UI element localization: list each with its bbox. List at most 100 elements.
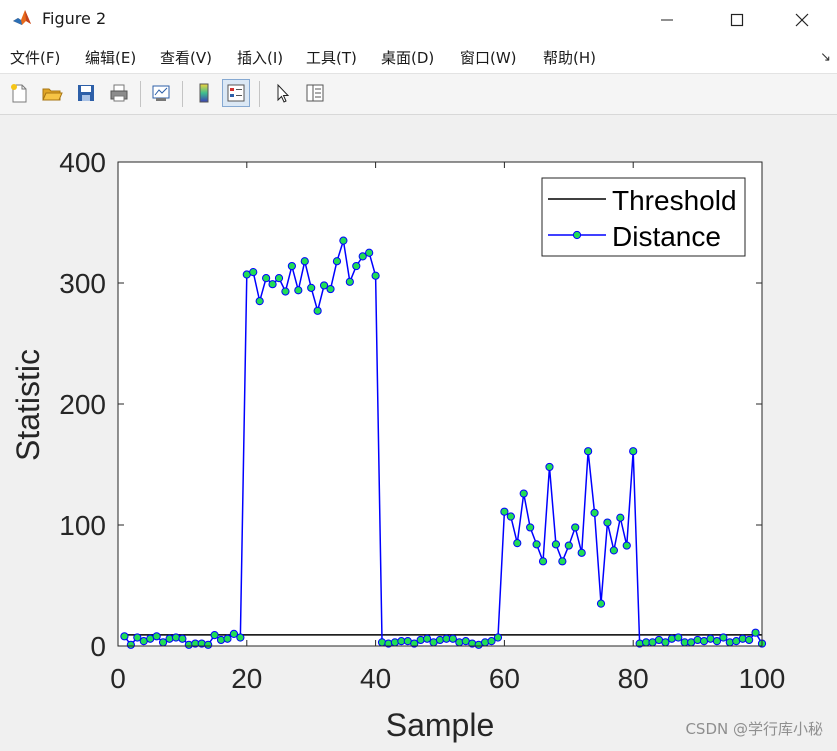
data-point-distance	[274, 274, 284, 283]
legend-label-threshold: Threshold	[612, 185, 737, 216]
data-point-distance	[120, 632, 129, 641]
data-point-distance	[416, 635, 425, 645]
figure-toolbar	[0, 74, 837, 115]
menu-help[interactable]: 帮助(H)	[543, 47, 596, 68]
window-title: Figure 2	[42, 9, 107, 28]
window-title-bar[interactable]: Figure 2	[0, 0, 837, 40]
data-point-distance	[558, 557, 567, 566]
data-point-distance	[268, 280, 277, 289]
data-point-distance	[506, 512, 515, 521]
menu-window[interactable]: 窗口(W)	[460, 47, 517, 68]
data-point-distance	[609, 546, 618, 555]
data-point-distance	[493, 633, 503, 642]
figure-canvas[interactable]: 0 20 40 60 80 100 0 100 200 300 400 Sample Statist…	[0, 115, 837, 747]
data-point-distance	[596, 599, 606, 608]
menu-insert[interactable]: 插入(I)	[237, 47, 283, 68]
legend-label-distance: Distance	[612, 221, 721, 252]
data-point-distance	[236, 633, 245, 642]
colorbar-icon	[199, 83, 209, 103]
data-point-distance	[249, 268, 258, 277]
data-point-distance	[365, 248, 374, 257]
close-button[interactable]	[767, 0, 837, 40]
maximize-icon	[730, 13, 744, 27]
data-point-distance	[390, 638, 400, 647]
data-point-distance	[184, 640, 193, 649]
data-point-distance	[725, 638, 734, 647]
menu-file[interactable]: 文件(F)	[10, 47, 60, 68]
x-tick-label: 40	[360, 663, 391, 694]
maximize-button[interactable]	[702, 0, 772, 40]
legend-icon	[227, 84, 245, 102]
data-point-distance	[622, 541, 631, 550]
y-tick-label: 0	[90, 631, 106, 662]
legend[interactable]: Threshold Distance	[541, 177, 746, 257]
data-point-distance	[178, 634, 187, 643]
x-tick-label: 80	[618, 663, 649, 694]
save-icon	[78, 85, 94, 101]
data-point-distance	[526, 523, 535, 532]
data-point-distance	[500, 507, 509, 516]
menu-bar: 文件(F) 编辑(E) 查看(V) 插入(I) 工具(T) 桌面(D) 窗口(W…	[0, 40, 837, 74]
y-axis-label: Statistic	[10, 349, 46, 461]
y-tick-label: 100	[59, 510, 106, 541]
data-point-distance	[352, 261, 361, 271]
select-pointer-button[interactable]	[268, 79, 296, 107]
minimize-button[interactable]	[632, 0, 702, 40]
data-point-distance	[326, 284, 335, 294]
data-point-distance	[719, 633, 728, 642]
data-point-distance	[307, 283, 316, 292]
menu-edit[interactable]: 编辑(E)	[85, 47, 136, 68]
data-point-distance	[751, 628, 760, 637]
data-point-distance	[590, 508, 599, 517]
x-tick-label: 60	[489, 663, 520, 694]
x-axis-label: Sample	[386, 707, 495, 743]
data-point-distance	[564, 541, 573, 550]
x-tick-label: 20	[231, 663, 262, 694]
open-file-button[interactable]	[38, 79, 66, 107]
print-icon	[110, 84, 128, 102]
property-inspector-icon	[306, 84, 324, 102]
data-point-distance	[551, 540, 561, 549]
data-point-distance	[738, 634, 747, 643]
data-point-distance	[287, 261, 296, 271]
y-tick-label: 200	[59, 389, 106, 420]
menu-tools[interactable]: 工具(T)	[306, 47, 357, 68]
y-tick-label: 400	[59, 147, 106, 178]
data-point-distance	[667, 634, 676, 643]
data-point-distance	[126, 640, 135, 649]
property-inspector-button[interactable]	[301, 79, 329, 107]
data-point-distance	[204, 640, 213, 649]
data-point-distance	[545, 462, 554, 472]
legend-button[interactable]	[222, 79, 250, 107]
colorbar-button[interactable]	[190, 79, 218, 107]
print-button[interactable]	[105, 79, 133, 107]
save-button[interactable]	[72, 79, 100, 107]
y-tick-label: 300	[59, 268, 106, 299]
data-point-distance	[165, 634, 174, 643]
data-point-distance	[629, 447, 638, 456]
data-point-distance	[294, 286, 303, 295]
link-plot-button[interactable]	[147, 79, 175, 107]
data-point-distance	[577, 548, 586, 557]
new-figure-icon	[11, 84, 27, 103]
data-point-distance	[223, 634, 232, 643]
data-point-distance	[313, 306, 322, 315]
data-point-distance	[513, 539, 522, 548]
data-point-distance	[152, 632, 161, 641]
line-chart[interactable]: 0 20 40 60 80 100 0 100 200 300 400 Sample Statist…	[0, 115, 837, 747]
data-point-distance	[210, 631, 219, 640]
menu-view[interactable]: 查看(V)	[160, 47, 212, 68]
link-plot-icon	[152, 85, 170, 101]
new-figure-button[interactable]	[5, 79, 33, 107]
data-point-distance	[480, 638, 490, 647]
menu-desktop[interactable]: 桌面(D)	[381, 47, 434, 68]
matlab-icon	[12, 8, 32, 28]
x-tick-label: 0	[110, 663, 126, 694]
data-point-distance	[255, 297, 264, 306]
data-point-distance	[538, 557, 548, 566]
data-point-distance	[584, 447, 593, 456]
dock-arrow-icon[interactable]: ↘	[820, 50, 831, 65]
data-point-distance	[674, 633, 683, 642]
data-point-distance	[693, 635, 702, 645]
close-icon	[795, 13, 809, 27]
